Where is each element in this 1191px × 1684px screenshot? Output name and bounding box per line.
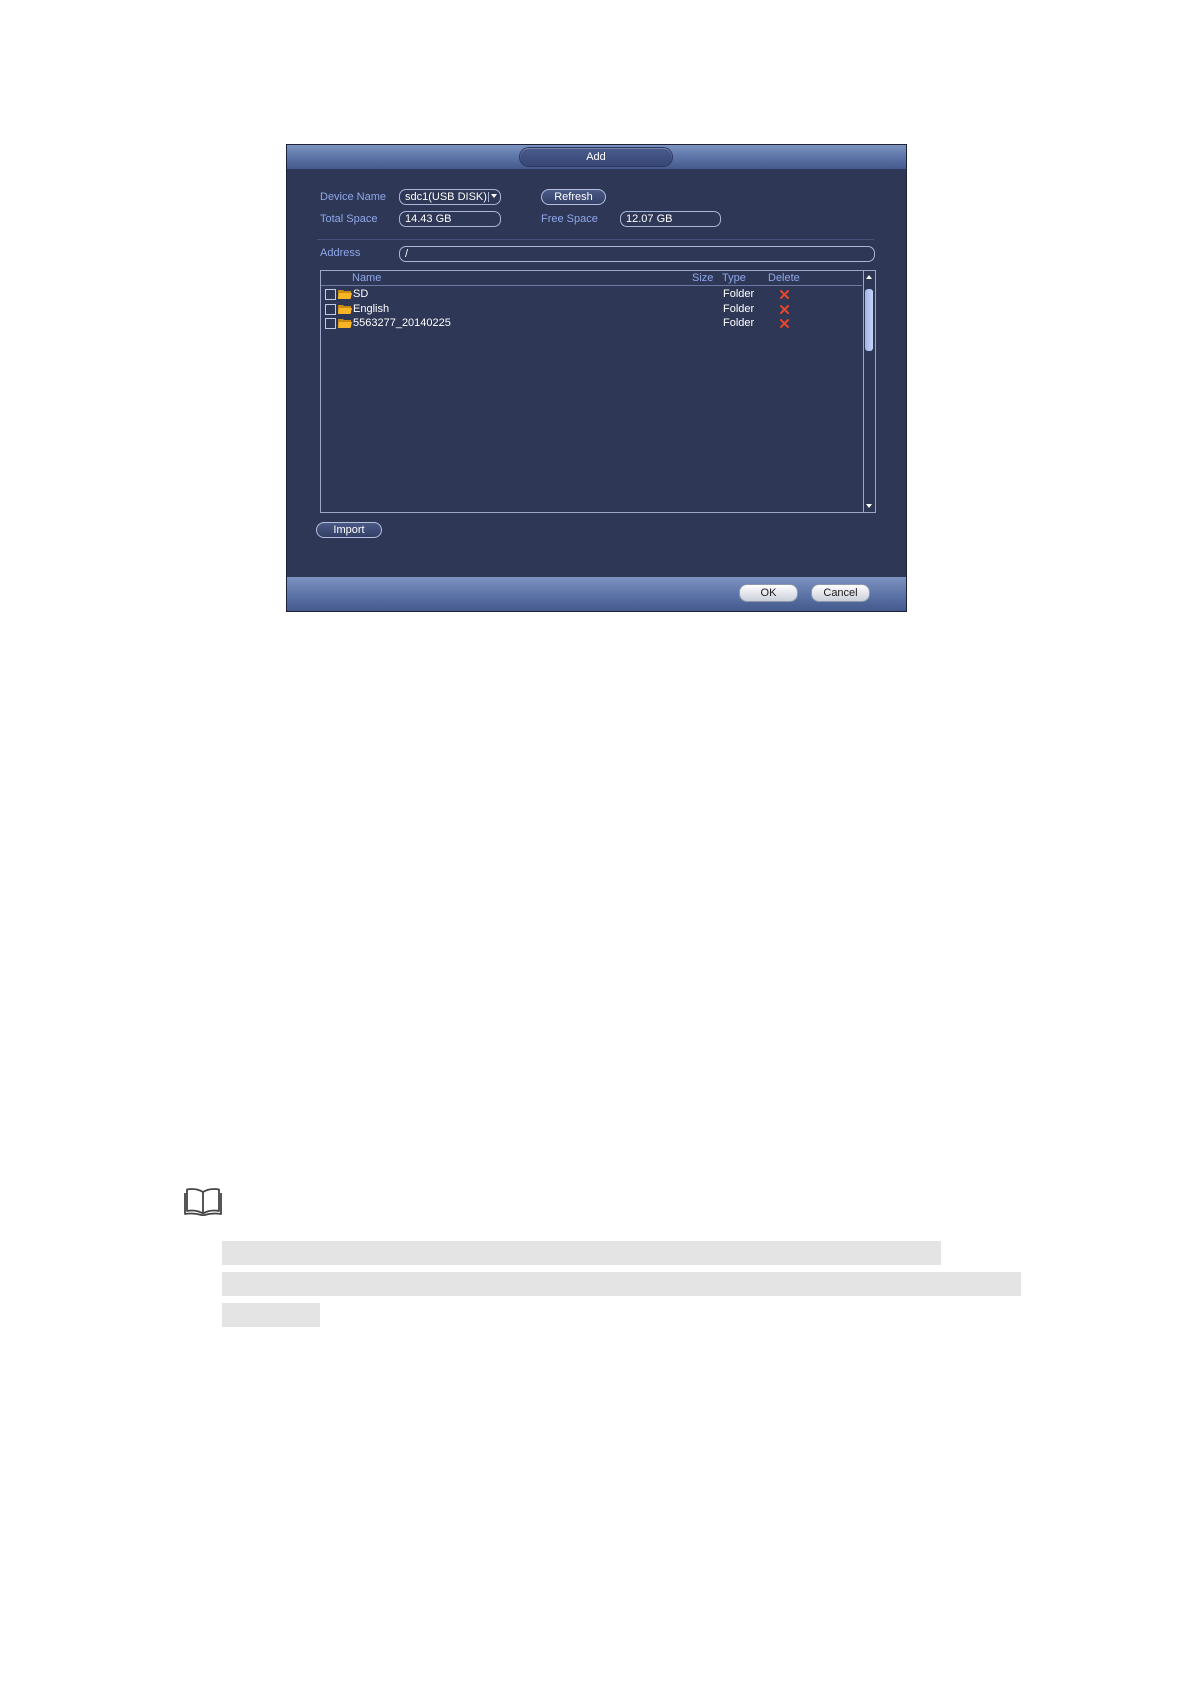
free-space-field: 12.07 GB	[620, 211, 721, 227]
device-name-dropdown[interactable]: sdc1(USB DISK)	[399, 189, 501, 205]
device-name-label: Device Name	[320, 191, 387, 203]
row-checkbox[interactable]	[325, 318, 336, 329]
file-type: Folder	[723, 288, 755, 300]
table-row[interactable]: English Folder	[321, 302, 862, 316]
file-type: Folder	[723, 303, 755, 315]
delete-x-icon[interactable]	[780, 290, 789, 299]
total-space-label: Total Space	[320, 213, 378, 225]
folder-icon	[338, 290, 352, 299]
cancel-button[interactable]: Cancel	[811, 584, 870, 602]
open-book-icon	[184, 1188, 222, 1216]
note-text-line	[222, 1303, 320, 1327]
chevron-down-icon	[491, 194, 497, 198]
table-row[interactable]: 5563277_20140225 Folder	[321, 316, 862, 330]
delete-x-icon[interactable]	[780, 319, 789, 328]
file-list-scrollbar[interactable]	[863, 271, 875, 512]
scroll-up-icon[interactable]	[866, 275, 872, 279]
file-type: Folder	[723, 317, 755, 329]
table-row[interactable]: SD Folder	[321, 287, 862, 301]
add-dialog: Add Device Name sdc1(USB DISK) Refresh T…	[287, 145, 906, 611]
folder-icon	[338, 305, 352, 314]
scroll-down-icon[interactable]	[866, 504, 872, 508]
refresh-button[interactable]: Refresh	[541, 189, 606, 205]
column-name: Name	[352, 272, 382, 284]
ok-button[interactable]: OK	[739, 584, 798, 602]
device-name-value: sdc1(USB DISK)	[405, 191, 487, 203]
scroll-thumb[interactable]	[865, 289, 873, 351]
bottom-bar: OK Cancel	[287, 577, 906, 611]
note-text-line	[222, 1272, 1021, 1296]
file-list-header: Name Size Type Delete	[321, 271, 862, 286]
total-space-field: 14.43 GB	[399, 211, 501, 227]
file-name: SD	[353, 288, 369, 300]
free-space-label: Free Space	[541, 213, 598, 225]
column-delete: Delete	[768, 272, 800, 284]
address-label: Address	[320, 247, 361, 259]
address-input[interactable]: /	[399, 246, 875, 262]
file-name: 5563277_20140225	[353, 317, 451, 329]
column-type: Type	[722, 272, 746, 284]
dialog-title: Add	[520, 148, 672, 166]
divider	[317, 239, 874, 240]
delete-x-icon[interactable]	[780, 305, 789, 314]
folder-icon	[338, 319, 352, 328]
file-name: English	[353, 303, 390, 315]
row-checkbox[interactable]	[325, 289, 336, 300]
title-bar: Add	[287, 145, 906, 169]
note-text-line	[222, 1241, 941, 1265]
column-size: Size	[692, 272, 714, 284]
import-button[interactable]: Import	[316, 522, 382, 538]
row-checkbox[interactable]	[325, 304, 336, 315]
file-list: Name Size Type Delete SD Folder English	[320, 270, 876, 513]
